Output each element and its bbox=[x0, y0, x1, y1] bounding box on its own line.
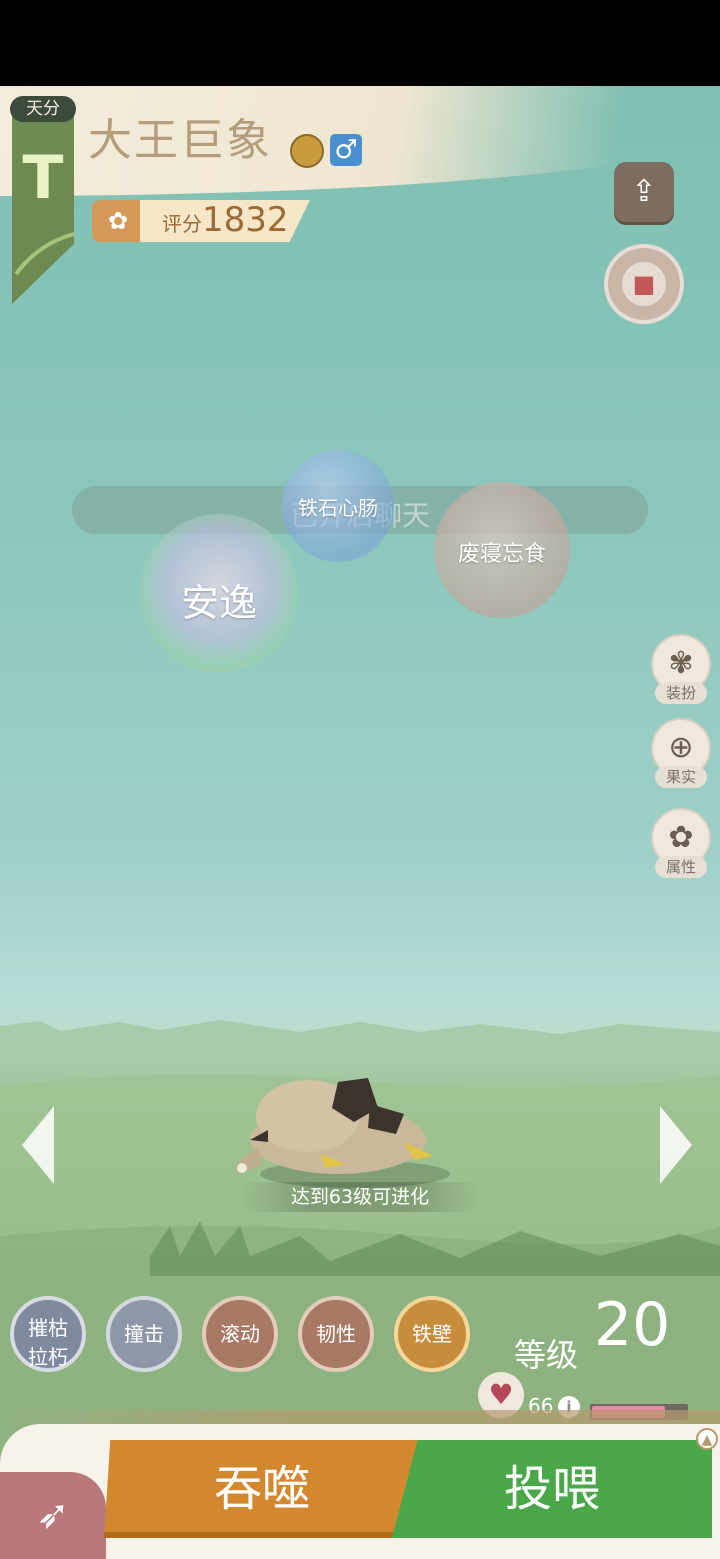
tier-tag: 天分 bbox=[10, 96, 76, 122]
score-value: 1832 bbox=[202, 200, 289, 240]
trait-bubble-1-label: 铁石心肠 bbox=[298, 496, 378, 520]
side-label-fruit: 果实 bbox=[655, 766, 707, 788]
feed-button[interactable]: 投喂 bbox=[392, 1440, 712, 1538]
side-button-attributes[interactable]: ✿ 属性 bbox=[651, 808, 711, 880]
next-pet-arrow-icon[interactable] bbox=[660, 1106, 694, 1184]
score-label: 评分 bbox=[162, 212, 202, 236]
side-label-attributes: 属性 bbox=[655, 856, 707, 878]
wing-icon: ➶ bbox=[36, 1492, 70, 1538]
skill-slot-5[interactable]: 铁壁 bbox=[394, 1296, 470, 1372]
collapse-up-icon[interactable]: ▲ bbox=[696, 1428, 718, 1450]
paw-icon: ✿ bbox=[92, 200, 144, 242]
lock-button[interactable]: ■ bbox=[604, 244, 684, 324]
skill-3-label: 滚动 bbox=[220, 1322, 260, 1346]
pet-sprite[interactable] bbox=[228, 1068, 448, 1184]
level-label: 等级 bbox=[514, 1336, 579, 1374]
skill-1-line2: 拉朽 bbox=[28, 1345, 68, 1369]
skill-slot-3[interactable]: 滚动 bbox=[202, 1296, 278, 1372]
evolve-tip: 达到63级可进化 bbox=[240, 1182, 480, 1212]
status-bar bbox=[0, 0, 720, 86]
skill-slot-4[interactable]: 韧性 bbox=[298, 1296, 374, 1372]
skill-slot-2[interactable]: 撞击 bbox=[106, 1296, 182, 1372]
tier-letter: T bbox=[22, 143, 64, 213]
trait-bubble-2-label: 安逸 bbox=[180, 581, 257, 625]
level-value: 20 bbox=[594, 1290, 671, 1360]
skill-4-label: 韧性 bbox=[316, 1322, 356, 1346]
pet-name: 大王巨象 bbox=[88, 115, 272, 166]
trait-bubble-3-label: 废寝忘食 bbox=[457, 542, 546, 567]
previous-pet-arrow-icon[interactable] bbox=[22, 1106, 56, 1184]
skill-1-line1: 摧枯 bbox=[28, 1316, 68, 1340]
skill-2-label: 撞击 bbox=[124, 1322, 164, 1346]
side-button-dress[interactable]: ✾ 装扮 bbox=[651, 634, 711, 706]
devour-button[interactable]: 吞噬 bbox=[104, 1440, 420, 1538]
side-label-dress: 装扮 bbox=[655, 682, 707, 704]
share-button[interactable]: ⇪ bbox=[614, 162, 674, 222]
corner-menu-button[interactable]: ➶ bbox=[0, 1472, 106, 1559]
skill-slot-1[interactable]: 摧枯 拉朽 bbox=[10, 1296, 86, 1372]
nature-icon bbox=[290, 134, 324, 168]
share-icon: ⇪ bbox=[631, 174, 657, 209]
skill-5-label: 铁壁 bbox=[412, 1322, 452, 1346]
side-button-fruit[interactable]: ⊕ 果实 bbox=[651, 718, 711, 790]
male-gender-icon: ♂ bbox=[330, 134, 362, 166]
lock-icon: ■ bbox=[622, 262, 666, 306]
